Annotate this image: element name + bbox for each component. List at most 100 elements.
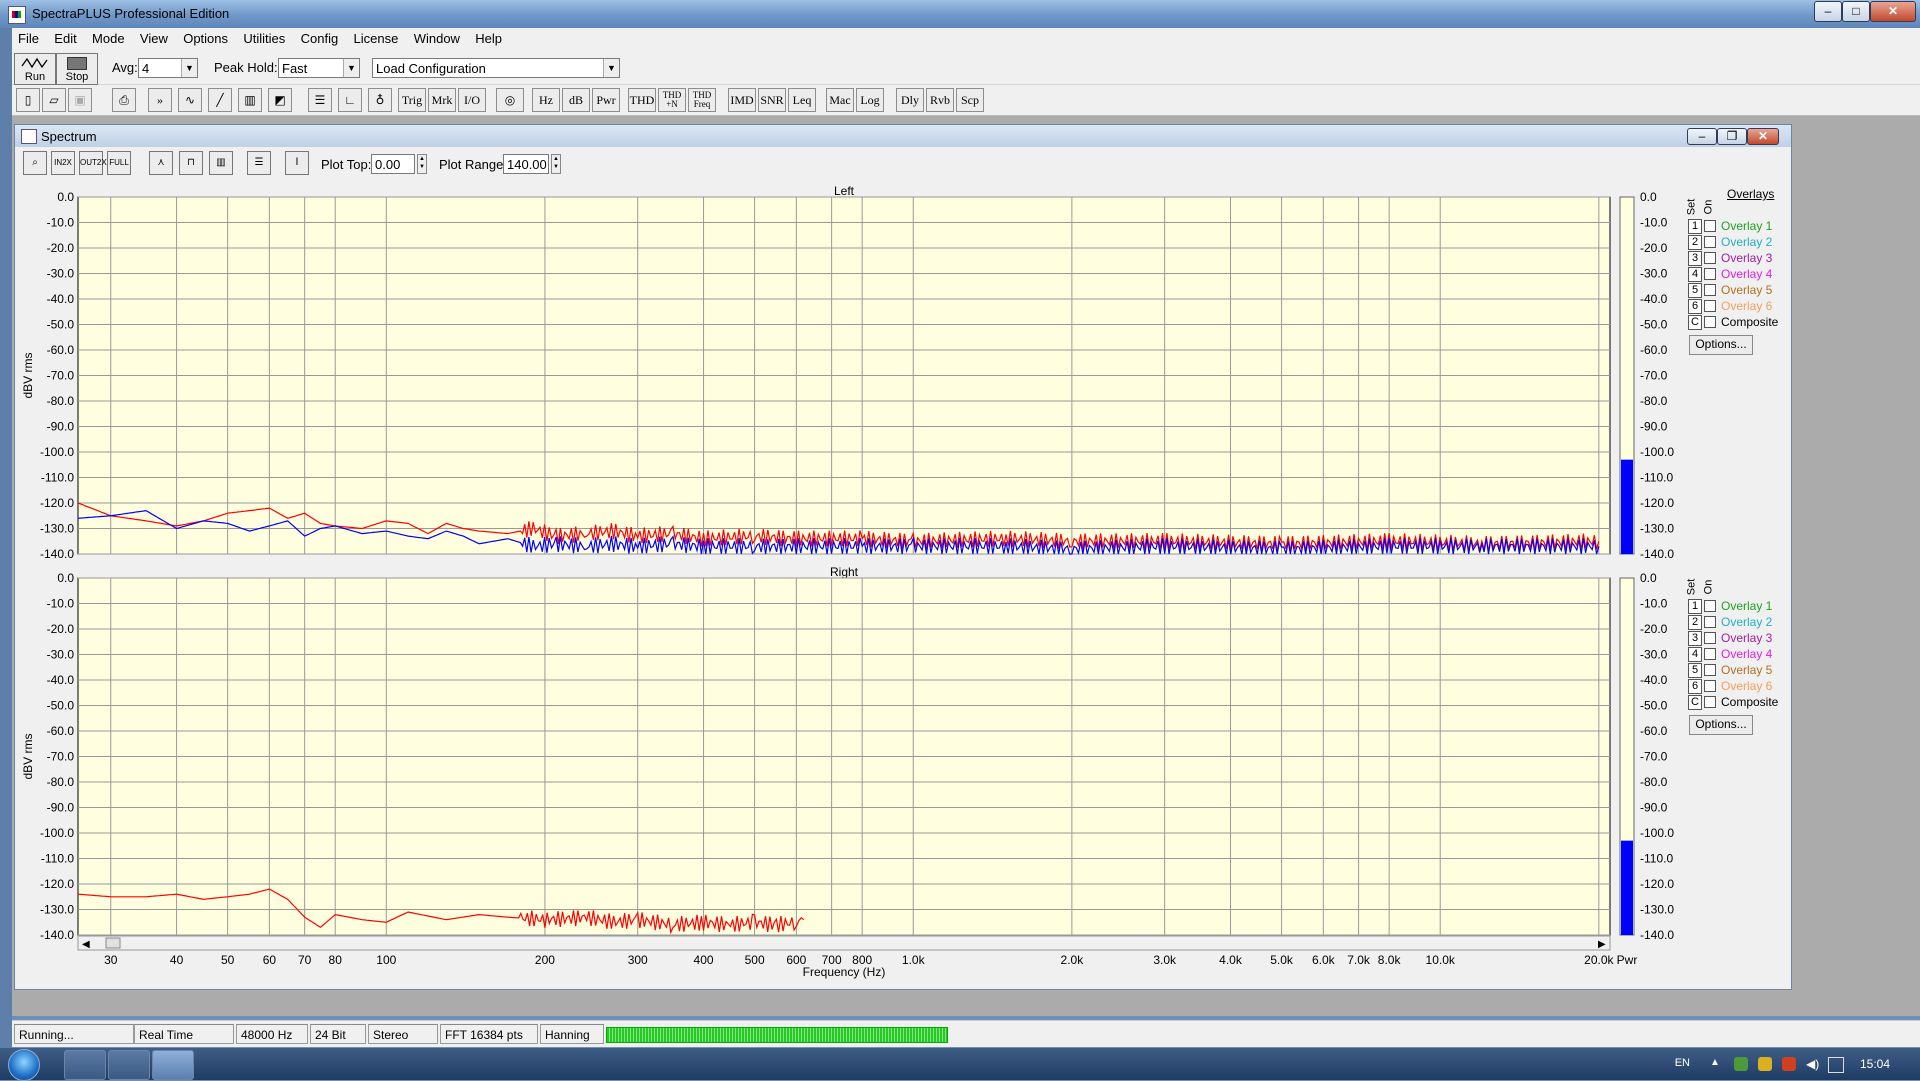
maximize-button[interactable]: □ <box>1842 1 1870 22</box>
overlay-checkbox[interactable] <box>1704 268 1716 280</box>
menu-mode[interactable]: Mode <box>86 28 131 50</box>
trig-button[interactable]: Trig <box>398 88 426 112</box>
spectrum-tool-icon[interactable]: ∿ <box>178 88 202 112</box>
step-plot-icon[interactable]: ⊓ <box>179 151 203 175</box>
spectrum-minimize-button[interactable]: – <box>1687 128 1717 145</box>
stop-button[interactable]: Stop <box>56 53 98 85</box>
dly-button[interactable]: Dly <box>896 88 924 112</box>
print-icon[interactable]: ⎙ <box>112 88 136 112</box>
overlay-checkbox[interactable] <box>1704 236 1716 248</box>
plot-range-spinner[interactable]: ▲ ▼ <box>551 154 561 174</box>
overlay-set-button[interactable]: 6 <box>1688 299 1702 314</box>
configuration-select[interactable]: Load Configuration ▼ <box>372 58 620 78</box>
menu-view[interactable]: View <box>134 28 174 50</box>
spectrogram-icon[interactable]: ▥ <box>238 88 262 112</box>
overlay-set-button[interactable]: 3 <box>1688 631 1702 646</box>
zoom-in-2x-icon[interactable]: IN2X <box>51 151 75 175</box>
menu-window[interactable]: Window <box>408 28 466 50</box>
list-icon[interactable]: ☰ <box>247 151 271 175</box>
explorer-taskbar-icon[interactable] <box>64 1050 106 1080</box>
chevron-down-icon[interactable]: ▼ <box>181 59 197 77</box>
run-button[interactable]: Run <box>14 53 56 85</box>
line-plot-icon[interactable]: ⋏ <box>149 151 173 175</box>
thd-button[interactable]: THD <box>628 88 656 112</box>
plot-range-input[interactable]: 140.00 <box>503 154 549 174</box>
spectrum-restore-button[interactable]: ❐ <box>1717 128 1747 145</box>
overlay-set-button[interactable]: 1 <box>1688 599 1702 614</box>
menu-utilities[interactable]: Utilities <box>237 28 291 50</box>
plot-top-spinner[interactable]: ▲ ▼ <box>417 154 427 174</box>
scp-button[interactable]: Scp <box>956 88 984 112</box>
save-icon[interactable]: ▣ <box>68 88 92 112</box>
zoom-icon[interactable]: ⌕ <box>23 151 47 175</box>
axis-icon[interactable]: ∟ <box>338 88 362 112</box>
menu-license[interactable]: License <box>348 28 405 50</box>
start-button[interactable] <box>8 1049 40 1081</box>
new-icon[interactable]: ▯ <box>16 88 40 112</box>
chevron-down-icon[interactable]: ▼ <box>343 59 359 77</box>
clock[interactable]: 15:04 <box>1860 1057 1890 1071</box>
mac-button[interactable]: Mac <box>826 88 854 112</box>
overlay-options-button[interactable]: Options... <box>1689 335 1753 355</box>
chevron-down-icon[interactable]: ▼ <box>603 59 619 77</box>
avg-select[interactable]: 4 ▼ <box>138 58 198 78</box>
open-folder-icon[interactable]: ▱ <box>42 88 66 112</box>
zoom-out-full-icon[interactable]: FULL <box>107 151 131 175</box>
scale-icon[interactable]: Ⅰ <box>285 151 309 175</box>
time-series-icon[interactable]: ╱ <box>208 88 232 112</box>
overlay-checkbox[interactable] <box>1704 252 1716 264</box>
language-indicator[interactable]: EN <box>1675 1057 1690 1069</box>
chrome-taskbar-icon[interactable] <box>108 1050 150 1080</box>
list-icon[interactable]: ☰ <box>308 88 332 112</box>
overlay-set-button[interactable]: 6 <box>1688 679 1702 694</box>
overlay-set-button[interactable]: 4 <box>1688 267 1702 282</box>
log-button[interactable]: Log <box>856 88 884 112</box>
tray-app-icon[interactable] <box>1758 1057 1772 1071</box>
hz-button[interactable]: Hz <box>532 88 560 112</box>
3d-surface-icon[interactable]: ◩ <box>268 88 292 112</box>
menu-options[interactable]: Options <box>177 28 234 50</box>
bar-plot-icon[interactable]: ▥ <box>209 151 233 175</box>
pwr-button[interactable]: Pwr <box>592 88 620 112</box>
db-button[interactable]: dB <box>562 88 590 112</box>
overlay-checkbox[interactable] <box>1704 600 1716 612</box>
menu-help[interactable]: Help <box>469 28 508 50</box>
thd-freq-button[interactable]: THD Freq <box>688 88 716 112</box>
zoom-out-2x-icon[interactable]: OUT2X <box>79 151 107 175</box>
overlay-set-button[interactable]: 5 <box>1688 283 1702 298</box>
leq-button[interactable]: Leq <box>788 88 816 112</box>
menu-file[interactable]: File <box>12 28 45 50</box>
rvb-button[interactable]: Rvb <box>926 88 954 112</box>
overlay-checkbox[interactable] <box>1704 664 1716 676</box>
overlay-options-button[interactable]: Options... <box>1689 715 1753 735</box>
imd-button[interactable]: IMD <box>728 88 756 112</box>
overlay-checkbox[interactable] <box>1704 300 1716 312</box>
security-tray-icon[interactable] <box>1782 1057 1796 1071</box>
io-button[interactable]: I/O <box>458 88 486 112</box>
phase-icon[interactable]: ♁ <box>368 88 392 112</box>
menu-edit[interactable]: Edit <box>48 28 82 50</box>
close-button[interactable]: ✕ <box>1870 1 1916 22</box>
thd-n-button[interactable]: THD +N <box>658 88 686 112</box>
peak-hold-select[interactable]: Fast ▼ <box>278 58 360 78</box>
mrk-button[interactable]: Mrk <box>428 88 456 112</box>
overlay-set-button[interactable]: C <box>1688 315 1702 330</box>
plot-top-input[interactable]: 0.00 <box>371 154 415 174</box>
action-center-icon[interactable] <box>1828 1057 1844 1073</box>
overlay-checkbox[interactable] <box>1704 632 1716 644</box>
overlay-checkbox[interactable] <box>1704 680 1716 692</box>
volume-icon[interactable]: ◀) <box>1806 1057 1820 1071</box>
minimize-button[interactable]: – <box>1814 1 1842 22</box>
signal-generator-icon[interactable]: ◎ <box>496 88 524 112</box>
menu-config[interactable]: Config <box>295 28 345 50</box>
overlay-set-button[interactable]: 1 <box>1688 219 1702 234</box>
spectrum-close-button[interactable]: ✕ <box>1747 128 1779 145</box>
overlay-checkbox[interactable] <box>1704 648 1716 660</box>
overlay-checkbox[interactable] <box>1704 616 1716 628</box>
overlay-checkbox[interactable] <box>1704 284 1716 296</box>
spectraplus-taskbar-icon[interactable] <box>152 1050 194 1080</box>
network-tray-icon[interactable] <box>1734 1057 1748 1071</box>
overlay-set-button[interactable]: 4 <box>1688 647 1702 662</box>
fast-forward-icon[interactable]: » <box>148 88 172 112</box>
overlay-checkbox[interactable] <box>1704 220 1716 232</box>
